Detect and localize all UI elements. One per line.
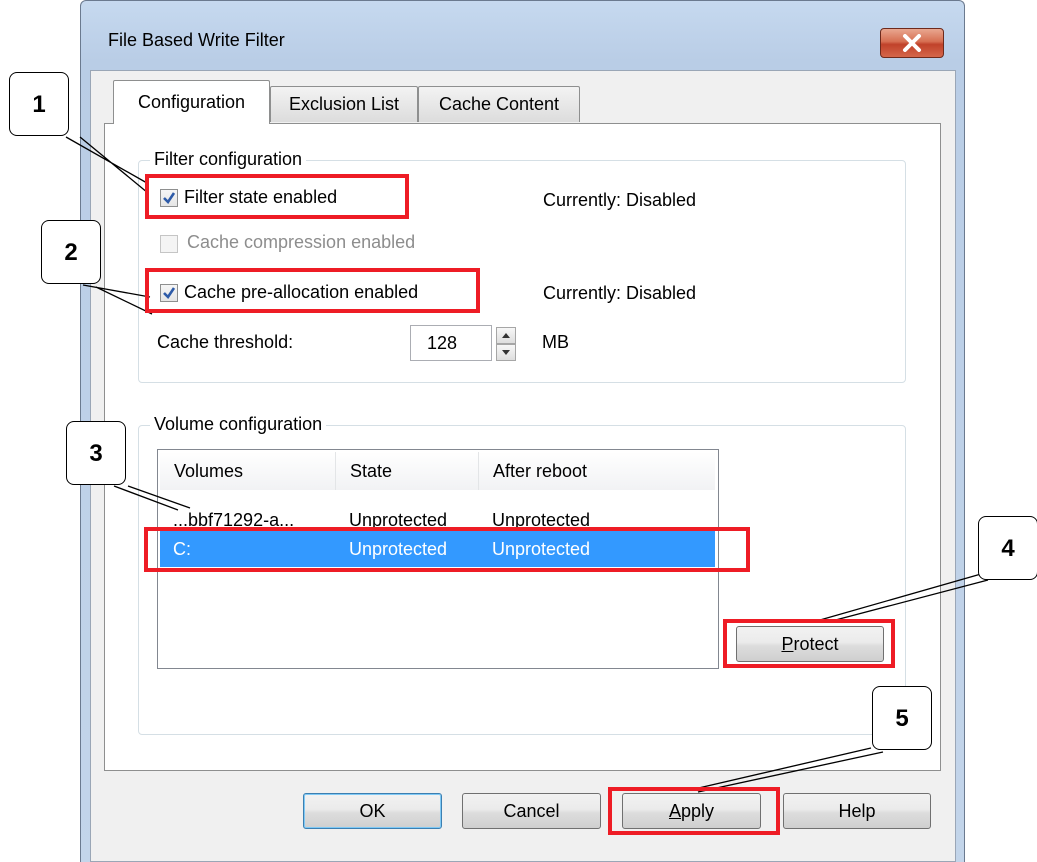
spin-up-button[interactable]	[496, 327, 516, 344]
close-button[interactable]	[880, 28, 944, 58]
callout-4: 4	[978, 516, 1037, 580]
arrow-up-icon	[502, 333, 510, 338]
arrow-down-icon	[502, 350, 510, 355]
highlight-protect-button	[723, 619, 895, 668]
spin-down-button[interactable]	[496, 344, 516, 361]
cache-compression-label: Cache compression enabled	[187, 232, 416, 252]
highlight-volume-row	[144, 527, 750, 572]
close-icon	[903, 34, 921, 52]
callout-1: 1	[9, 72, 69, 136]
column-header-state[interactable]: State	[336, 452, 479, 490]
column-header-after-reboot[interactable]: After reboot	[479, 452, 715, 490]
tab-exclusion-list[interactable]: Exclusion List	[270, 86, 418, 122]
filter-state-status: Currently: Disabled	[543, 190, 697, 210]
cache-threshold-unit: MB	[542, 332, 569, 352]
ok-button[interactable]: OK	[303, 793, 442, 829]
callout-2: 2	[41, 220, 101, 284]
filter-configuration-legend: Filter configuration	[150, 149, 307, 170]
tab-cache-content[interactable]: Cache Content	[418, 86, 580, 122]
cancel-button[interactable]: Cancel	[462, 793, 601, 829]
window-title: File Based Write Filter	[108, 30, 285, 50]
help-button[interactable]: Help	[783, 793, 931, 829]
callout-3: 3	[66, 421, 126, 485]
highlight-apply-button	[608, 787, 780, 835]
highlight-filter-state	[145, 174, 409, 219]
cache-threshold-input[interactable]: 128	[410, 325, 492, 361]
column-header-volumes[interactable]: Volumes	[160, 452, 336, 490]
tab-configuration[interactable]: Configuration	[113, 80, 270, 124]
highlight-cache-preallocation	[145, 268, 480, 313]
callout-5: 5	[872, 686, 932, 750]
volume-configuration-legend: Volume configuration	[150, 414, 327, 435]
cache-threshold-label: Cache threshold:	[157, 332, 294, 352]
cache-compression-checkbox[interactable]	[160, 235, 178, 253]
cache-preallocation-status: Currently: Disabled	[543, 283, 697, 303]
